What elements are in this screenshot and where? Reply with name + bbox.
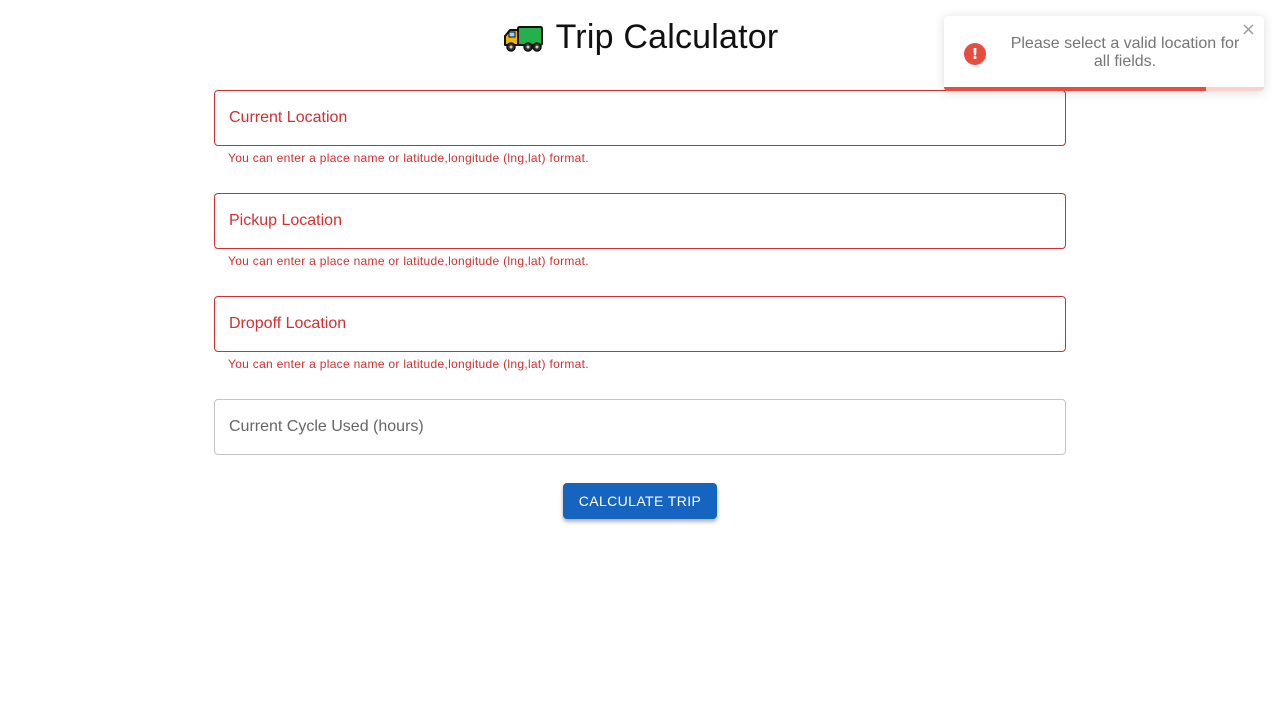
toast-progress-bar [944,87,1207,91]
dropoff-location-group: Dropoff Location You can enter a place n… [214,296,1066,371]
delivery-truck-icon [502,21,544,55]
pickup-location-group: Pickup Location You can enter a place na… [214,193,1066,268]
cycle-used-input[interactable]: Current Cycle Used (hours) [214,399,1066,455]
dropoff-location-label: Dropoff Location [229,315,347,332]
dropoff-location-input[interactable]: Dropoff Location [214,296,1066,352]
error-exclamation-icon: ! [964,43,986,65]
trip-form: Current Location You can enter a place n… [214,90,1066,455]
current-location-input[interactable]: Current Location [214,90,1066,146]
toast-message: Please select a valid location for all f… [1010,35,1240,70]
current-location-label: Current Location [229,109,348,126]
current-location-group: Current Location You can enter a place n… [214,90,1066,165]
page: Trip Calculator Current Location You can… [0,0,1280,720]
close-icon[interactable]: × [1241,20,1256,40]
calculate-trip-button[interactable]: CALCULATE TRIP [562,483,718,519]
page-title: Trip Calculator [555,18,779,56]
pickup-location-helper-text: You can enter a place name or latitude,l… [228,254,589,268]
submit-row: CALCULATE TRIP [0,483,1280,519]
pickup-location-input[interactable]: Pickup Location [214,193,1066,249]
error-toast: ! Please select a valid location for all… [944,16,1264,91]
dropoff-location-helper-text: You can enter a place name or latitude,l… [228,357,589,371]
cycle-used-label: Current Cycle Used (hours) [229,418,424,435]
current-location-helper-text: You can enter a place name or latitude,l… [228,151,589,165]
pickup-location-label: Pickup Location [229,212,342,229]
cycle-used-group: Current Cycle Used (hours) [214,399,1066,455]
